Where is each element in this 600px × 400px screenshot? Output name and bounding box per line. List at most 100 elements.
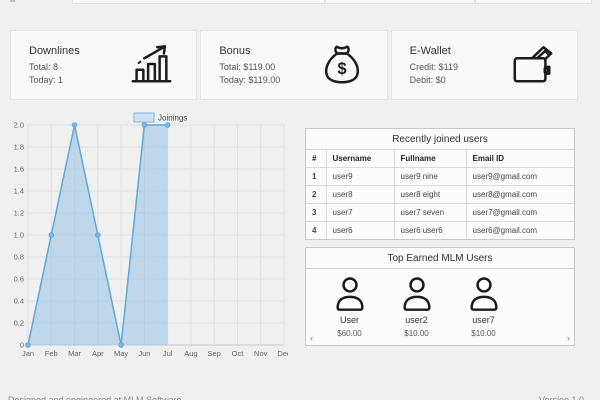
recently-joined-table: #UsernameFullnameEmail ID 1user9user9 ni… xyxy=(306,150,574,239)
top-nav-strip xyxy=(0,0,600,5)
table-header-row: #UsernameFullnameEmail ID xyxy=(306,150,574,168)
top-earned-carousel: User $60.00 user2 $10.00 user7 $10.00 xyxy=(306,269,574,338)
top-earned-user-2: user2 $10.00 xyxy=(383,273,450,338)
ewallet-credit: Credit: $119 xyxy=(410,62,458,72)
data-point-marker[interactable] xyxy=(142,123,147,128)
ewallet-card-title: E-Wallet xyxy=(410,45,458,57)
table-cell: 2 xyxy=(306,186,326,204)
top-earned-name: user7 xyxy=(450,315,517,325)
x-axis-tick-label: Oct xyxy=(232,349,245,358)
nav-tab-partial-3[interactable] xyxy=(475,0,592,4)
y-axis-tick-label: 0.6 xyxy=(14,275,24,284)
table-cell: 1 xyxy=(306,168,326,186)
bonus-card-title: Bonus xyxy=(219,45,280,57)
carousel-next-arrow[interactable]: › xyxy=(567,334,570,343)
table-row: 1user9user9 nineuser9@gmail.com xyxy=(306,168,574,186)
right-column: Recently joined users #UsernameFullnameE… xyxy=(305,128,575,346)
x-axis-tick-label: Jun xyxy=(138,349,150,358)
y-axis-tick-label: 1.2 xyxy=(14,209,24,218)
y-axis-tick-label: 1.4 xyxy=(14,187,24,196)
x-axis-tick-label: Dec xyxy=(277,349,288,358)
user-icon xyxy=(331,275,369,313)
table-header-cell: Fullname xyxy=(394,150,466,168)
chart-legend[interactable]: Joinings xyxy=(134,113,187,123)
table-cell: user7 xyxy=(326,204,394,222)
joinings-area-chart: 00.20.40.60.81.01.21.41.61.82.0JanFebMar… xyxy=(10,106,288,360)
y-axis-tick-label: 1.0 xyxy=(14,231,24,240)
data-point-marker[interactable] xyxy=(26,343,31,348)
top-earned-name: User xyxy=(316,315,383,325)
joinings-chart-panel: 00.20.40.60.81.01.21.41.61.82.0JanFebMar… xyxy=(10,106,288,360)
x-axis-tick-label: Apr xyxy=(92,349,104,358)
x-axis-tick-label: Jan xyxy=(22,349,34,358)
legend-swatch[interactable] xyxy=(134,113,154,122)
money-bag-icon: $ xyxy=(319,42,365,88)
footer-version-text: Version 1.0 xyxy=(539,395,584,400)
data-point-marker[interactable] xyxy=(119,343,124,348)
y-axis-tick-label: 0.4 xyxy=(14,297,24,306)
table-cell: user7@gmail.com xyxy=(466,204,574,222)
user-icon xyxy=(465,275,503,313)
x-axis-tick-label: Feb xyxy=(45,349,58,358)
bonus-card: Bonus Total: $119.00 Today: $119.00 $ xyxy=(200,30,387,100)
nav-tab-partial-1[interactable] xyxy=(72,0,325,4)
table-row: 2user8user8 eightuser8@gmail.com xyxy=(306,186,574,204)
table-row: 4user6user6 user6user6@gmail.com xyxy=(306,222,574,240)
table-cell: user8 xyxy=(326,186,394,204)
data-point-marker[interactable] xyxy=(72,123,77,128)
bar-chart-growth-icon xyxy=(128,42,174,88)
y-axis-tick-label: 2.0 xyxy=(14,121,24,130)
x-axis-tick-label: May xyxy=(114,349,128,358)
x-axis-tick-label: Jul xyxy=(163,349,173,358)
nav-icon-remnant xyxy=(10,0,15,2)
y-axis-tick-label: 1.8 xyxy=(14,143,24,152)
table-header-cell: Email ID xyxy=(466,150,574,168)
x-axis-tick-label: Sep xyxy=(208,349,221,358)
ewallet-debit: Debit: $0 xyxy=(410,75,458,85)
x-axis-tick-label: Aug xyxy=(184,349,197,358)
table-cell: user9@gmail.com xyxy=(466,168,574,186)
downlines-today: Today: 1 xyxy=(29,75,80,85)
x-axis-tick-label: Nov xyxy=(254,349,268,358)
bonus-today: Today: $119.00 xyxy=(219,75,280,85)
top-earned-amount: $10.00 xyxy=(450,329,517,338)
legend-label[interactable]: Joinings xyxy=(158,114,187,123)
top-earned-user-3: user7 $10.00 xyxy=(450,273,517,338)
svg-text:$: $ xyxy=(337,60,346,78)
nav-tab-partial-2[interactable] xyxy=(325,0,475,4)
data-point-marker[interactable] xyxy=(49,233,54,238)
bonus-total: Total: $119.00 xyxy=(219,62,280,72)
downlines-card: Downlines Total: 8 Today: 1 xyxy=(10,30,197,100)
table-cell: user8@gmail.com xyxy=(466,186,574,204)
y-axis-tick-label: 1.6 xyxy=(14,165,24,174)
table-cell: user6@gmail.com xyxy=(466,222,574,240)
table-cell: user8 eight xyxy=(394,186,466,204)
top-earned-user-1: User $60.00 xyxy=(316,273,383,338)
carousel-prev-arrow[interactable]: ‹ xyxy=(310,334,313,343)
table-row: 3user7user7 sevenuser7@gmail.com xyxy=(306,204,574,222)
top-earned-amount: $10.00 xyxy=(383,329,450,338)
wallet-icon xyxy=(509,42,555,88)
top-earned-panel: Top Earned MLM Users User $60.00 user2 $… xyxy=(305,247,575,346)
downlines-total: Total: 8 xyxy=(29,62,80,72)
table-cell: user7 seven xyxy=(394,204,466,222)
y-axis-tick-label: 0.8 xyxy=(14,253,24,262)
table-cell: user9 xyxy=(326,168,394,186)
table-cell: 3 xyxy=(306,204,326,222)
footer-credit-text: Designed and engineered at MLM Software xyxy=(8,395,182,400)
data-point-marker[interactable] xyxy=(165,123,170,128)
top-earned-amount: $60.00 xyxy=(316,329,383,338)
table-header-cell: # xyxy=(306,150,326,168)
table-cell: user6 user6 xyxy=(394,222,466,240)
table-cell: 4 xyxy=(306,222,326,240)
x-axis-tick-label: Mar xyxy=(68,349,81,358)
table-cell: user9 nine xyxy=(394,168,466,186)
user-icon xyxy=(398,275,436,313)
table-cell: user6 xyxy=(326,222,394,240)
downlines-card-title: Downlines xyxy=(29,45,80,57)
stat-cards-row: Downlines Total: 8 Today: 1 Bonus Total:… xyxy=(10,30,578,100)
data-point-marker[interactable] xyxy=(96,233,101,238)
y-axis-tick-label: 0.2 xyxy=(14,319,24,328)
top-earned-title: Top Earned MLM Users xyxy=(306,248,574,269)
recently-joined-title: Recently joined users xyxy=(306,129,574,150)
